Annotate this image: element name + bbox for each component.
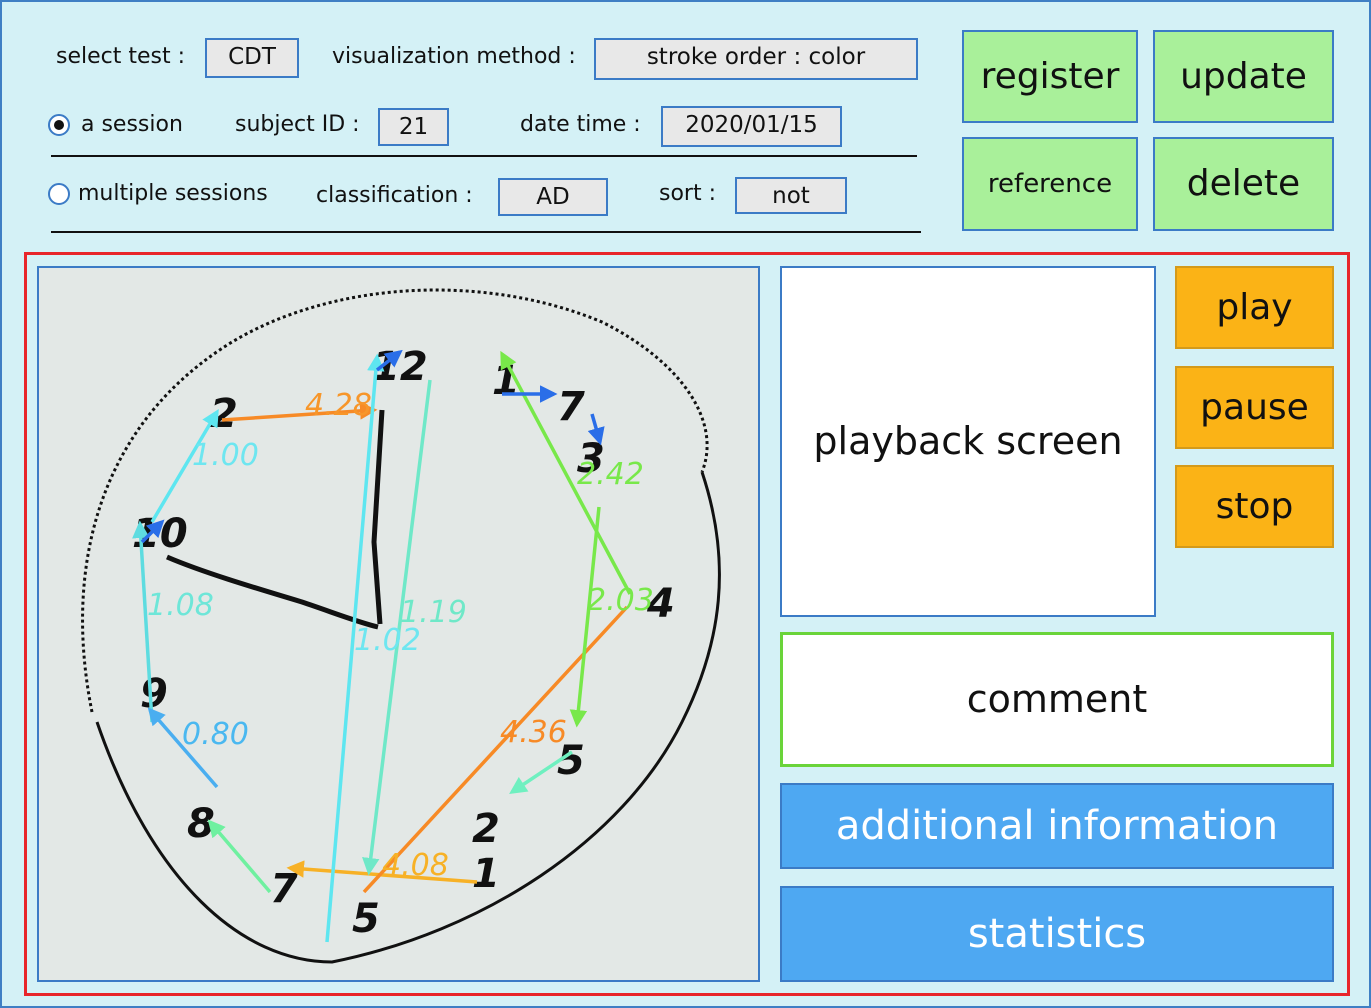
svg-text:2: 2 — [472, 806, 500, 852]
comment-box[interactable]: comment — [780, 632, 1334, 767]
svg-text:7: 7 — [557, 384, 585, 430]
subject-id-field[interactable]: 21 — [378, 108, 449, 146]
additional-information-button[interactable]: additional information — [780, 783, 1334, 869]
a-session-label: a session — [81, 112, 183, 137]
clock-drawing-canvas: 12 1 7 3 4521 5789 10 2 4.28 1.00 1.08 0… — [37, 266, 760, 982]
multiple-sessions-radio[interactable] — [48, 183, 70, 205]
interval-label: 2.42 — [577, 457, 644, 492]
interval-label: 1.19 — [400, 595, 467, 630]
svg-text:9: 9 — [140, 671, 168, 717]
a-session-radio[interactable] — [48, 114, 70, 136]
visualization-method-label: visualization method : — [332, 44, 576, 69]
svg-text:1: 1 — [472, 851, 500, 897]
playback-screen: playback screen — [780, 266, 1156, 617]
multiple-sessions-label: multiple sessions — [78, 181, 268, 206]
classification-label: classification : — [316, 183, 473, 208]
radio-selected-dot — [54, 120, 64, 130]
sort-dropdown[interactable]: not — [735, 177, 847, 214]
interval-label: 4.28 — [305, 388, 372, 423]
update-button[interactable]: update — [1153, 30, 1334, 123]
divider — [51, 155, 917, 157]
date-time-label: date time : — [520, 112, 641, 137]
visualization-method-dropdown[interactable]: stroke order : color — [594, 38, 918, 80]
date-time-field[interactable]: 2020/01/15 — [661, 106, 842, 147]
subject-id-label: subject ID : — [235, 112, 360, 137]
sort-label: sort : — [659, 181, 716, 206]
interval-label: 4.08 — [382, 848, 449, 883]
stroke-arrow — [207, 819, 272, 894]
interval-label: 1.08 — [147, 588, 214, 623]
clock-drawing: 12 173 4521 5789 102 4.28 1.00 1.08 0.80… — [81, 288, 721, 964]
interval-label: 4.36 — [500, 715, 567, 750]
divider — [51, 231, 921, 233]
statistics-button[interactable]: statistics — [780, 886, 1334, 982]
interval-label: 1.00 — [192, 438, 259, 473]
classification-dropdown[interactable]: AD — [498, 178, 608, 216]
delete-button[interactable]: delete — [1153, 137, 1334, 231]
reference-button[interactable]: reference — [962, 137, 1138, 231]
pause-button[interactable]: pause — [1175, 366, 1334, 449]
minute-hand — [371, 409, 385, 625]
select-test-label: select test : — [56, 44, 186, 69]
select-test-dropdown[interactable]: CDT — [205, 38, 299, 78]
svg-text:5: 5 — [352, 896, 380, 942]
interval-label: 2.03 — [587, 583, 654, 618]
play-button[interactable]: play — [1175, 266, 1334, 349]
interval-label: 0.80 — [182, 717, 249, 752]
app-window: select test : CDT visualization method :… — [0, 0, 1371, 1008]
svg-text:7: 7 — [270, 866, 298, 912]
register-button[interactable]: register — [962, 30, 1138, 123]
stop-button[interactable]: stop — [1175, 465, 1334, 548]
